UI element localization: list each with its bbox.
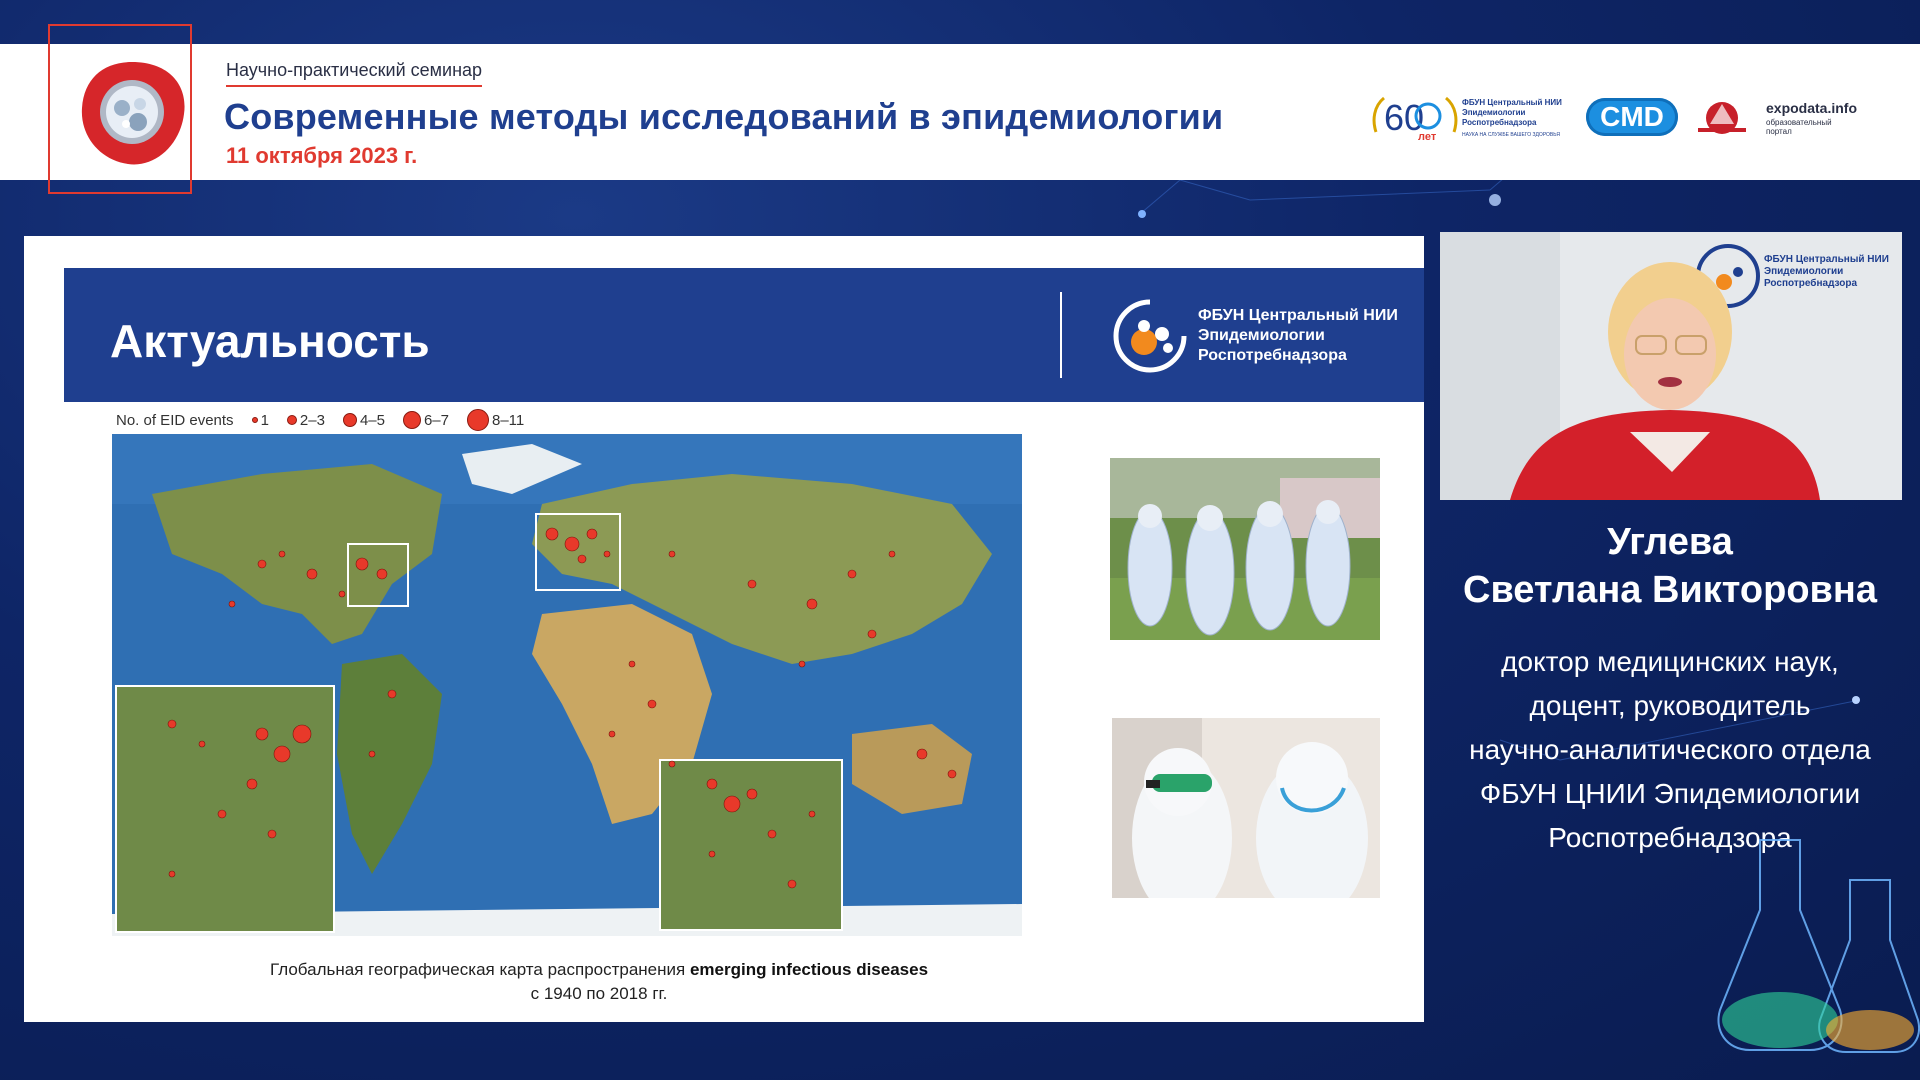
- legend-item: 1: [251, 411, 269, 429]
- legend-label: 6–7: [423, 411, 449, 429]
- lab-flasks-decoration: [1717, 839, 1920, 1053]
- institute-name-line: ФБУН Центральный НИИ: [1198, 307, 1398, 324]
- anniversary-word: лет: [1418, 131, 1437, 142]
- legend-label: 4–5: [359, 411, 385, 429]
- speaker-video-feed: ФБУН Центральный НИИ Эпидемиологии Роспо…: [1440, 232, 1902, 500]
- map-legend: No. of EID events 1 2–3 4–5 6–7 8–11: [116, 408, 534, 432]
- seminar-date: 11 октября 2023 г.: [226, 143, 418, 168]
- world-eid-map: [112, 434, 1022, 936]
- north-america-inset: [115, 685, 335, 933]
- slide-title: Актуальность: [110, 315, 430, 367]
- expodata-logo: expodata.info образовательный портал: [1692, 94, 1857, 142]
- legend-item: 6–7: [402, 411, 449, 429]
- caption-line-1: Глобальная географическая карта распрост…: [24, 958, 1174, 982]
- legend-label: 8–11: [492, 411, 525, 429]
- ppe-closeup-photo: [1112, 718, 1380, 898]
- legend-label: 1: [260, 411, 269, 429]
- europe-inset: [659, 759, 843, 931]
- backdrop-text-line: ФБУН Центральный НИИ: [1764, 254, 1889, 265]
- expodata-tagline: образовательный портал: [1766, 118, 1832, 136]
- map-caption: Глобальная географическая карта распрост…: [24, 958, 1174, 1006]
- legend-item: 4–5: [342, 411, 385, 429]
- speaker-role-line: доцент, руководитель: [1529, 690, 1811, 721]
- anniversary-60-logo: 60 лет: [1372, 96, 1458, 142]
- institute-name: ФБУН Центральный НИИ Эпидемиологии Роспо…: [1198, 306, 1398, 366]
- caption-prefix: Глобальная географическая карта распрост…: [269, 960, 690, 979]
- legend-item: 8–11: [467, 409, 524, 431]
- speaker-name: Углева Светлана Викторовна: [1430, 518, 1910, 614]
- presentation-slide: Актуальность ФБУН Центральный НИИ Эпидем…: [24, 236, 1424, 1022]
- event-logo-icon: [81, 62, 185, 165]
- seminar-subtitle: Научно-практический семинар: [226, 60, 483, 87]
- anniversary-motto: НАУКА НА СЛУЖБЕ ВАШЕГО ЗДОРОВЬЯ: [1462, 132, 1560, 138]
- institute-name-line: Роспотребнадзора: [1198, 347, 1347, 364]
- cmd-logo: CMD: [1586, 98, 1678, 136]
- slide-title-banner: Актуальность ФБУН Центральный НИИ Эпидем…: [64, 268, 1424, 402]
- anniversary-institute-name: ФБУН Центральный НИИ Эпидемиологии Роспо…: [1462, 98, 1562, 127]
- speaker-role-line: научно-аналитического отдела: [1469, 734, 1871, 765]
- backdrop-text-line: Эпидемиологии: [1764, 266, 1843, 277]
- legend-title: No. of EID events: [116, 411, 234, 429]
- speaker-given-names: Светлана Викторовна: [1463, 569, 1877, 611]
- speaker-surname: Углева: [1607, 521, 1733, 563]
- ppe-team-photo: [1110, 458, 1380, 640]
- legend-item: 2–3: [286, 411, 325, 429]
- speaker-role-line: ФБУН ЦНИИ Эпидемиологии: [1479, 778, 1861, 809]
- institute-logo-icon: [1113, 299, 1187, 373]
- expodata-emblem-icon: [1698, 102, 1746, 134]
- backdrop-text-line: Роспотребнадзора: [1764, 277, 1857, 289]
- banner-divider: [1060, 292, 1062, 378]
- partner-logos: 60 лет ФБУН Центральный НИИ Эпидемиологи…: [1370, 92, 1857, 148]
- institute-name-line: Эпидемиологии: [1198, 327, 1325, 344]
- expodata-name: expodata.info: [1766, 100, 1858, 116]
- seminar-title: Современные методы исследований в эпидем…: [224, 96, 1224, 137]
- speaker-role-line: доктор медицинских наук,: [1501, 646, 1839, 677]
- caption-line-2: с 1940 по 2018 гг.: [530, 984, 668, 1003]
- legend-label: 2–3: [299, 411, 325, 429]
- caption-bold-term: emerging infectious diseases: [689, 960, 929, 979]
